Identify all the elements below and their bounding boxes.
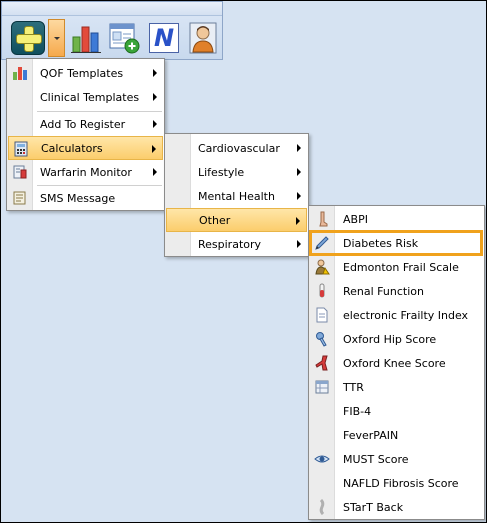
reports-button[interactable] (70, 19, 102, 57)
menu-item-cardiovascular[interactable]: Cardiovascular (166, 136, 307, 160)
menu-item-label: Mental Health (198, 189, 275, 203)
submenu-arrow-icon (297, 168, 301, 176)
main-dropdown-menu: QOF Templates Clinical Templates Add To … (6, 58, 165, 211)
calculator-icon (12, 140, 30, 158)
submenu-arrow-icon (297, 192, 301, 200)
menu-item-label: Edmonton Frail Scale (343, 260, 459, 274)
menu-item-electronic-frailty-index[interactable]: electronic Frailty Index (310, 303, 483, 327)
menu-item-label: Clinical Templates (40, 90, 140, 104)
menu-item-label: Renal Function (343, 284, 424, 298)
menu-item-renal-function[interactable]: Renal Function (310, 279, 483, 303)
menu-item-label: Oxford Hip Score (343, 332, 437, 346)
menu-item-oxford-hip-score[interactable]: Oxford Hip Score (310, 327, 483, 351)
menu-item-label: Add To Register (40, 117, 126, 131)
menu-item-label: SMS Message (40, 191, 116, 205)
menu-item-other[interactable]: Other (166, 208, 307, 232)
pen-icon (313, 234, 331, 252)
submenu-arrow-icon (153, 93, 157, 101)
chevron-down-icon (53, 36, 60, 40)
menu-item-label: FIB-4 (343, 404, 372, 418)
submenu-arrow-icon (152, 145, 156, 153)
menu-item-label: Warfarin Monitor (40, 165, 132, 179)
menu-item-oxford-knee-score[interactable]: Oxford Knee Score (310, 351, 483, 375)
menu-item-sms-message[interactable]: SMS Message (8, 186, 163, 210)
hip-icon (313, 330, 331, 348)
table-icon (313, 378, 331, 396)
submenu-arrow-icon (153, 120, 157, 128)
menu-item-label: FeverPAIN (343, 428, 399, 442)
menu-item-label: Lifestyle (198, 165, 245, 179)
menu-item-label: Cardiovascular (198, 141, 280, 155)
menu-item-feverpain[interactable]: FeverPAIN (310, 423, 483, 447)
menu-item-label: Diabetes Risk (343, 236, 419, 250)
toolbar: N (1, 1, 223, 60)
submenu-arrow-icon (153, 168, 157, 176)
test-tube-icon (313, 282, 331, 300)
patient-button[interactable] (187, 19, 219, 57)
menu-item-lifestyle[interactable]: Lifestyle (166, 160, 307, 184)
submenu-arrow-icon (297, 144, 301, 152)
menu-item-edmonton-frail-scale[interactable]: Edmonton Frail Scale (310, 255, 483, 279)
leg-icon (313, 210, 331, 228)
menu-item-label: Calculators (41, 141, 103, 155)
menu-item-fib-4[interactable]: FIB-4 (310, 399, 483, 423)
other-submenu: ABPI Diabetes Risk Edmonton Frail Scale … (308, 205, 485, 520)
eye-icon (313, 450, 331, 468)
menu-item-label: ABPI (343, 212, 368, 226)
menu-item-must-score[interactable]: MUST Score (310, 447, 483, 471)
menu-item-label: STarT Back (343, 500, 404, 514)
bar-chart-icon (11, 64, 29, 82)
n-logo-icon: N (149, 23, 179, 53)
spine-icon (313, 498, 331, 516)
dropdown-button[interactable] (48, 19, 65, 57)
warfarin-icon (11, 163, 29, 181)
menu-item-diabetes-risk[interactable]: Diabetes Risk (310, 231, 483, 255)
menu-item-label: Respiratory (198, 237, 262, 251)
submenu-arrow-icon (297, 240, 301, 248)
submenu-arrow-icon (296, 217, 300, 225)
menu-item-calculators[interactable]: Calculators (8, 136, 163, 160)
menu-item-label: TTR (343, 380, 364, 394)
plus-icon (16, 26, 42, 52)
menu-item-abpi[interactable]: ABPI (310, 207, 483, 231)
toolbar-strip (2, 2, 222, 16)
submenu-arrow-icon (153, 69, 157, 77)
menu-item-label: Oxford Knee Score (343, 356, 446, 370)
menu-item-clinical-templates[interactable]: Clinical Templates (8, 85, 163, 109)
menu-item-start-back[interactable]: STarT Back (310, 495, 483, 519)
menu-item-ttr[interactable]: TTR (310, 375, 483, 399)
menu-item-label: QOF Templates (40, 66, 124, 80)
menu-item-add-to-register[interactable]: Add To Register (8, 112, 163, 136)
form-add-icon (109, 23, 140, 54)
menu-item-label: electronic Frailty Index (343, 308, 469, 322)
menu-item-mental-health[interactable]: Mental Health (166, 184, 307, 208)
menu-item-label: Other (199, 213, 231, 227)
knee-icon (313, 354, 331, 372)
document-icon (313, 306, 331, 324)
sms-icon (11, 189, 29, 207)
person-icon (189, 22, 217, 54)
elderly-icon (313, 258, 331, 276)
calculators-submenu: Cardiovascular Lifestyle Mental Health O… (164, 133, 309, 257)
form-add-button[interactable] (107, 19, 141, 57)
menu-item-qof-templates[interactable]: QOF Templates (8, 61, 163, 85)
bar-chart-icon (71, 26, 101, 53)
menu-item-respiratory[interactable]: Respiratory (166, 232, 307, 256)
n-button[interactable]: N (147, 19, 181, 57)
add-button[interactable] (9, 19, 47, 57)
menu-item-warfarin-monitor[interactable]: Warfarin Monitor (8, 160, 163, 184)
menu-item-label: MUST Score (343, 452, 409, 466)
menu-item-label: NAFLD Fibrosis Score (343, 476, 459, 490)
menu-item-nafld-fibrosis-score[interactable]: NAFLD Fibrosis Score (310, 471, 483, 495)
